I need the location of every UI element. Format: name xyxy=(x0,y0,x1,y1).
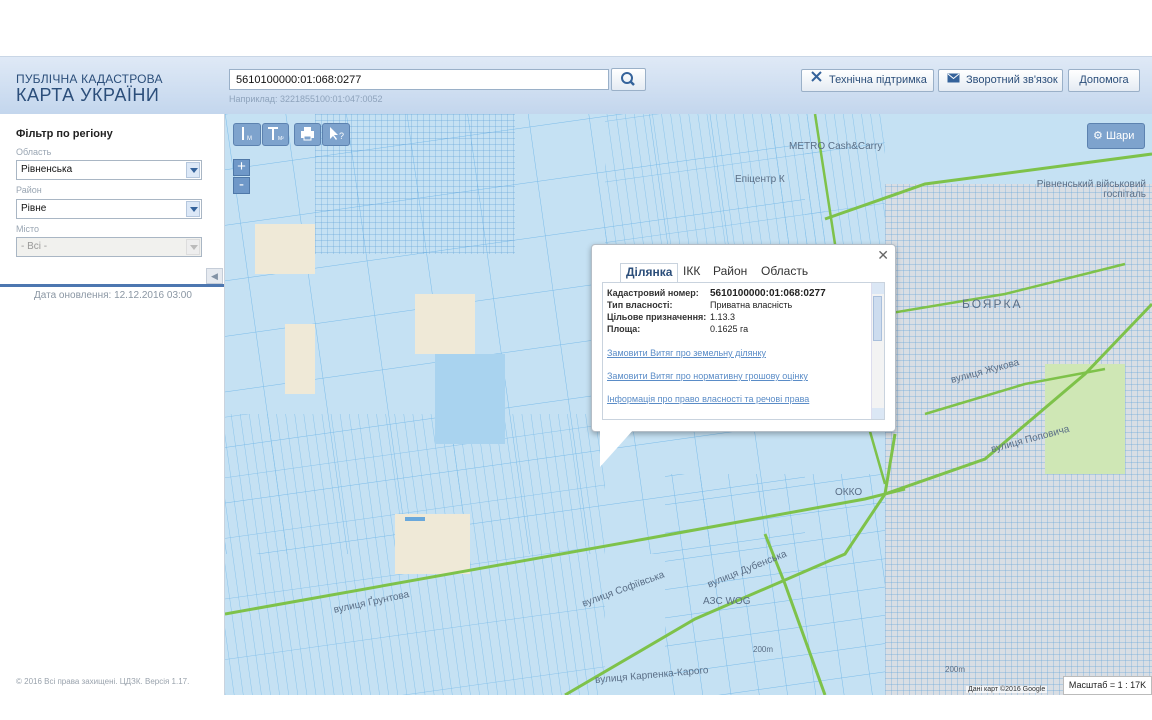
info-row-area: Площа: 0.1625 га xyxy=(607,324,748,334)
tab-parcel[interactable]: Ділянка xyxy=(620,263,679,283)
city-select: - Всі - xyxy=(16,237,202,257)
scroll-up-icon[interactable] xyxy=(872,283,884,294)
parcel-info-content: Кадастровий номер: 5610100000:01:068:027… xyxy=(602,282,885,420)
popup-pointer xyxy=(600,429,634,467)
feedback-button[interactable]: Зворотний зв'язок xyxy=(938,69,1063,92)
map-label-elevation: 200m xyxy=(753,645,774,654)
tab-rayon[interactable]: Район xyxy=(713,263,747,281)
info-row-cadastral: Кадастровий номер: 5610100000:01:068:027… xyxy=(607,288,826,299)
ownership-info-link[interactable]: Інформація про право власності та речові… xyxy=(607,394,809,404)
map-label-okko: ОККО xyxy=(835,487,863,498)
info-key: Цільове призначення: xyxy=(607,312,707,322)
svg-text:M²: M² xyxy=(278,136,284,142)
chevron-down-icon xyxy=(186,162,200,178)
info-value: 5610100000:01:068:0277 xyxy=(710,288,826,299)
order-extract-link[interactable]: Замовити Витяг про земельну ділянку xyxy=(607,348,766,358)
map-label-boyarka: БОЯРКА xyxy=(962,297,1023,311)
tab-oblast[interactable]: Область xyxy=(761,263,808,281)
measure-area-button[interactable]: M² xyxy=(262,123,289,146)
scroll-down-icon[interactable] xyxy=(872,408,884,419)
area-ruler-icon: M² xyxy=(268,127,284,142)
order-valuation-link[interactable]: Замовити Витяг про нормативну грошову оц… xyxy=(607,371,808,381)
map-canvas[interactable]: METRO Cash&Carry Епіцентр К Рівненський … xyxy=(225,114,1152,695)
help-button[interactable]: Допомога xyxy=(1068,69,1140,92)
tools-icon xyxy=(810,70,823,91)
info-key: Кадастровий номер: xyxy=(607,288,699,298)
svg-text:M: M xyxy=(247,136,252,142)
rayon-label: Район xyxy=(16,185,42,195)
map-attribution: Дані карт ©2016 Google xyxy=(966,686,1048,693)
mail-icon xyxy=(947,70,960,91)
info-value: 1.13.3 xyxy=(710,312,736,322)
support-label: Технічна підтримка xyxy=(829,74,927,86)
update-date: Дата оновлення: 12.12.2016 03:00 xyxy=(34,290,192,301)
scroll-thumb[interactable] xyxy=(873,296,882,341)
info-row-ownership: Тип власності: Приватна власність xyxy=(607,300,792,310)
zoom-out-button[interactable]: - xyxy=(233,177,250,194)
info-row-purpose: Цільове призначення: 1.13.3 xyxy=(607,312,735,322)
collapse-sidebar-button[interactable]: ◀ xyxy=(206,268,223,284)
search-input[interactable] xyxy=(229,69,609,90)
header-bar: ПУБЛІЧНА КАДАСТРОВА КАРТА УКРАЇНИ Наприк… xyxy=(0,56,1152,115)
rayon-select[interactable]: Рівне xyxy=(16,199,202,219)
divider xyxy=(0,284,224,287)
sidebar: Фільтр по регіону Область Рівненська Рай… xyxy=(0,114,225,695)
support-button[interactable]: Технічна підтримка xyxy=(801,69,934,92)
oblast-label: Область xyxy=(16,147,52,157)
map-label-azs: АЗС WOG xyxy=(703,596,751,607)
info-key: Площа: xyxy=(607,324,641,334)
gear-icon: ⚙ xyxy=(1093,130,1103,142)
map-label-metro: METRO Cash&Carry xyxy=(789,141,883,152)
info-value: 0.1625 га xyxy=(710,324,749,334)
copyright: © 2016 Всі права захищені. ЦДЗК. Версія … xyxy=(16,677,190,686)
tab-ikk[interactable]: ІКК xyxy=(683,263,700,281)
map-label-hospital: Рівненський військовий госпіталь xyxy=(1036,179,1146,200)
cursor-question-icon: ? xyxy=(330,127,344,141)
print-button[interactable] xyxy=(294,123,321,146)
logo-title-line2: КАРТА УКРАЇНИ xyxy=(16,85,160,105)
info-key: Тип власності: xyxy=(607,300,673,310)
map-label-epicentr: Епіцентр К xyxy=(735,174,785,185)
rayon-value: Рівне xyxy=(21,203,47,214)
search-button[interactable] xyxy=(611,68,646,91)
map-scale: Масштаб = 1 : 17K xyxy=(1063,676,1152,695)
chevron-down-icon xyxy=(186,201,200,217)
parcel-info-popup: ✕ Ділянка ІКК Район Область Кадастровий … xyxy=(591,244,896,467)
filter-title: Фільтр по регіону xyxy=(16,128,113,140)
identify-button[interactable]: ? xyxy=(322,123,350,146)
measure-length-button[interactable]: M xyxy=(233,123,261,146)
chevron-down-icon xyxy=(186,239,200,255)
ruler-icon: M xyxy=(242,127,252,142)
printer-icon xyxy=(301,127,314,141)
info-value: Приватна власність xyxy=(710,300,793,310)
layers-button[interactable]: ⚙ Шари xyxy=(1087,123,1145,149)
logo-title-line1: ПУБЛІЧНА КАДАСТРОВА xyxy=(16,72,163,86)
city-value: - Всі - xyxy=(21,241,48,252)
map-label-elevation: 200m xyxy=(945,665,966,674)
svg-text:?: ? xyxy=(339,131,344,141)
search-icon xyxy=(621,72,635,86)
popup-scrollbar[interactable] xyxy=(871,283,884,419)
city-label: Місто xyxy=(16,224,40,234)
oblast-value: Рівненська xyxy=(21,164,73,175)
search-hint: Наприклад: 3221855100:01:047:0052 xyxy=(229,94,383,104)
close-icon[interactable]: ✕ xyxy=(877,247,889,264)
oblast-select[interactable]: Рівненська xyxy=(16,160,202,180)
feedback-label: Зворотний зв'язок xyxy=(966,74,1058,86)
zoom-in-button[interactable]: + xyxy=(233,159,250,176)
layers-label: Шари xyxy=(1105,130,1135,142)
